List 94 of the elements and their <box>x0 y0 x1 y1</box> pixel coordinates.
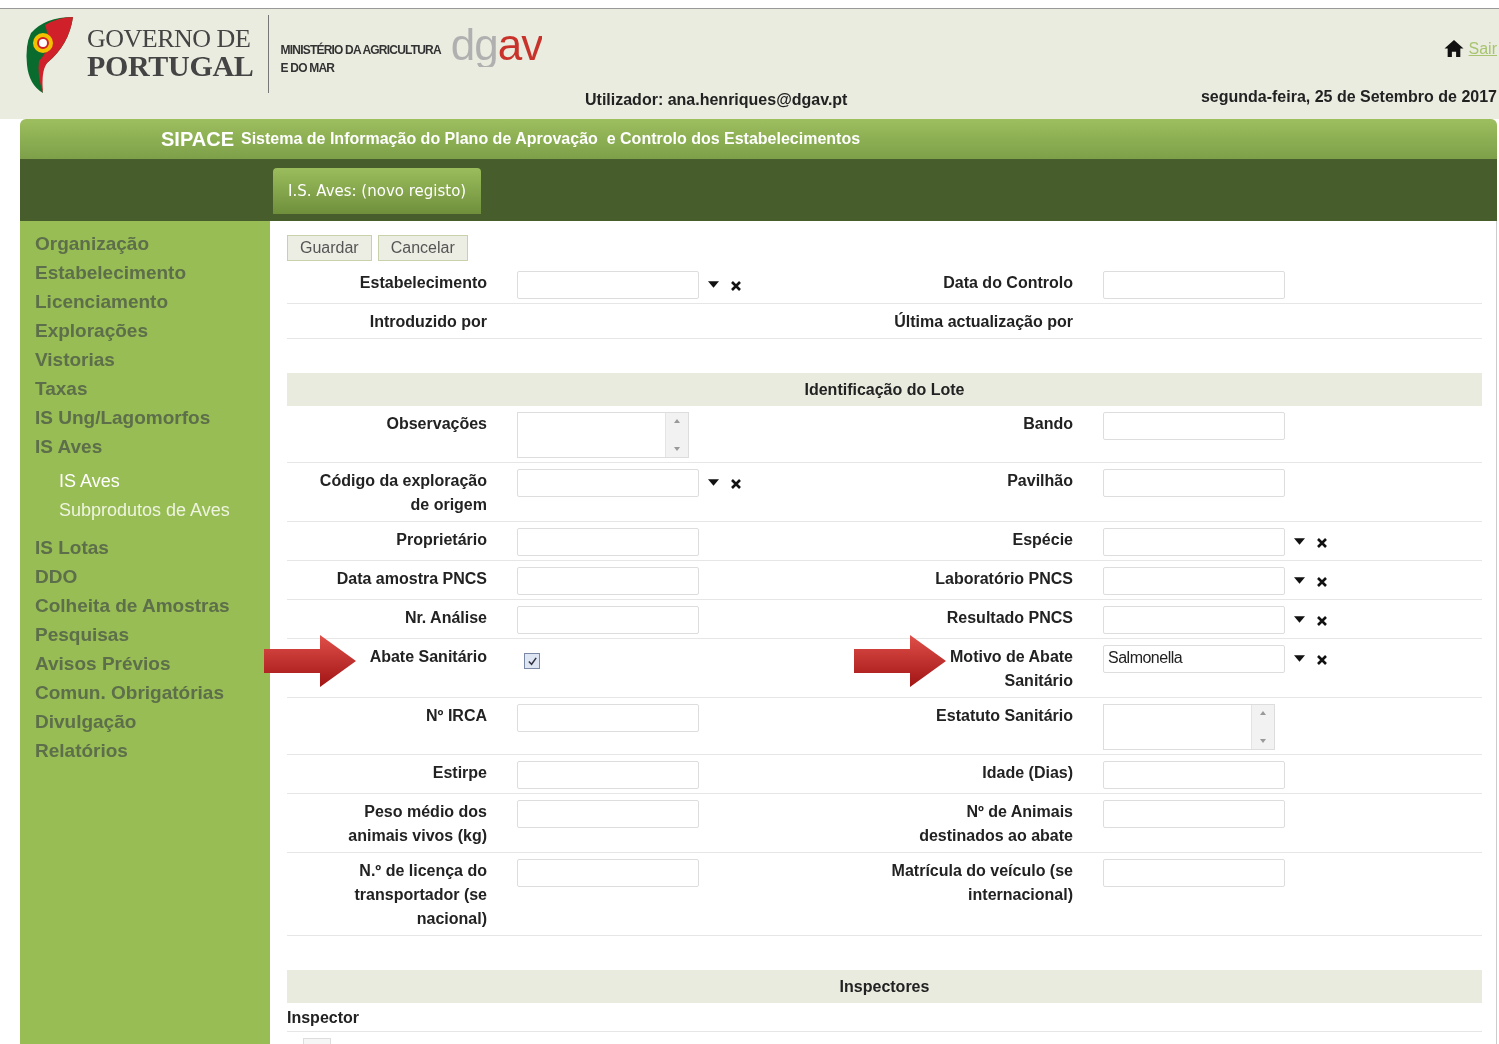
caret-icon[interactable] <box>1294 538 1305 545</box>
clear-icon[interactable] <box>1317 616 1327 626</box>
menu-item[interactable]: Vistorias <box>35 345 115 374</box>
caret-icon[interactable] <box>708 479 719 486</box>
input-field[interactable] <box>517 606 699 634</box>
select-field[interactable] <box>1103 606 1285 634</box>
field-label: Código da exploração de origem <box>318 471 487 515</box>
field-label: Estatuto Sanitário <box>936 706 1073 726</box>
flag-emblem-icon <box>25 15 75 93</box>
field-label: Estabelecimento <box>359 273 487 293</box>
text-area[interactable] <box>1103 704 1275 750</box>
text-area[interactable] <box>517 412 689 458</box>
field-label: Espécie <box>1012 530 1073 550</box>
section-title: Identificação do Lote <box>804 380 965 399</box>
check-icon <box>526 655 538 667</box>
clear-icon[interactable] <box>1317 655 1327 665</box>
toolbar-button[interactable]: Cancelar <box>377 235 468 261</box>
select-field[interactable] <box>517 469 699 497</box>
field-label: Observações <box>386 414 487 434</box>
field-label: Nr. Análise <box>404 608 487 628</box>
field-label: Abate Sanitário <box>369 647 487 667</box>
menu-item[interactable]: Taxas <box>35 374 88 403</box>
menu-item[interactable]: Pesquisas <box>35 620 129 649</box>
field-label: Nº IRCA <box>426 706 487 726</box>
field-label: Data do Controlo <box>943 273 1073 293</box>
submenu-item[interactable]: IS Aves <box>59 467 120 496</box>
clear-icon[interactable] <box>1317 538 1327 548</box>
toolbar-button[interactable]: Guardar <box>287 235 372 261</box>
field-label: Última actualização por <box>894 311 1073 332</box>
field-label: Matrícula do veículo (se internacional) <box>890 861 1073 905</box>
ministry-text: E DO MAR <box>280 60 336 77</box>
submenu-item[interactable]: Subprodutos de Aves <box>59 496 230 525</box>
field-label: Proprietário <box>396 530 487 550</box>
menu-item[interactable]: Licenciamento <box>35 287 169 316</box>
input-field[interactable] <box>517 800 699 828</box>
input-field[interactable] <box>517 761 699 789</box>
input-field[interactable] <box>1103 800 1285 828</box>
input-field[interactable] <box>1103 761 1285 789</box>
caret-icon[interactable] <box>1294 616 1305 623</box>
home-icon[interactable] <box>1442 39 1465 58</box>
field-label: N.º de licença do transportador (se nacional) <box>353 861 487 929</box>
input-field[interactable] <box>1103 271 1285 299</box>
logo-text: GOVERNO DE <box>87 27 252 52</box>
field-label: Peso médio dos animais vivos (kg) <box>347 802 487 846</box>
input-field[interactable] <box>517 567 699 595</box>
menu-item[interactable]: Estabelecimento <box>35 258 186 287</box>
select-field[interactable] <box>1103 528 1285 556</box>
checkbox[interactable] <box>524 653 540 669</box>
menu-item[interactable]: Explorações <box>35 316 148 345</box>
select-field[interactable] <box>1103 567 1285 595</box>
app-acronym: SIPACE <box>161 127 234 151</box>
menu-item[interactable]: IS Ung/Lagomorfos <box>35 403 211 432</box>
field-label: Introduzido por <box>369 312 487 332</box>
input-field[interactable] <box>1103 859 1285 887</box>
caret-icon[interactable] <box>1294 577 1305 584</box>
user-label: Utilizador: ana.henriques@dgav.pt <box>585 91 848 109</box>
field-label: Pavilhão <box>1007 471 1073 491</box>
field-label: Data amostra PNCS <box>336 569 487 589</box>
caret-icon[interactable] <box>708 281 719 288</box>
field-label: Bando <box>1023 414 1073 434</box>
menu-item[interactable]: Relatórios <box>35 736 128 765</box>
menu-item[interactable]: IS Lotas <box>35 533 109 562</box>
menu-item[interactable]: DDO <box>35 562 78 591</box>
menu-item[interactable]: Organização <box>35 229 150 258</box>
menu-item[interactable]: Comun. Obrigatórias <box>35 678 224 707</box>
input-field[interactable] <box>517 528 699 556</box>
input-field[interactable] <box>517 859 699 887</box>
clear-icon[interactable] <box>1317 577 1327 587</box>
list-label: Inspector <box>287 1009 359 1026</box>
select-field[interactable]: Salmonella <box>1103 645 1285 673</box>
date-label: segunda-feira, 25 de Setembro de 2017 <box>1200 88 1497 106</box>
field-label: Idade (Dias) <box>982 763 1073 783</box>
exit-link[interactable]: Sair <box>1468 40 1497 58</box>
menu-item[interactable]: Divulgação <box>35 707 137 736</box>
input-field[interactable] <box>1103 412 1285 440</box>
field-label: Resultado PNCS <box>946 608 1073 628</box>
record-tab[interactable]: I.S. Aves: (novo registo) <box>273 168 482 214</box>
caret-icon[interactable] <box>1294 655 1305 662</box>
menu-item[interactable]: Colheita de Amostras <box>35 591 230 620</box>
section-title: Inspectores <box>839 977 930 996</box>
menu-item[interactable]: IS Aves <box>35 432 103 461</box>
select-field[interactable] <box>517 271 699 299</box>
field-label: Motivo de Abate Sanitário <box>949 647 1073 691</box>
clear-icon[interactable] <box>731 281 741 291</box>
app-title: Sistema de Informação do Plano de Aprovação e Controlo dos Estabelecimentos <box>241 130 861 148</box>
field-label: Estirpe <box>432 763 487 783</box>
input-field[interactable] <box>1103 469 1285 497</box>
logo-text: PORTUGAL <box>87 51 254 81</box>
clear-icon[interactable] <box>731 479 741 489</box>
field-label: Nº de Animais destinados ao abate <box>918 802 1073 846</box>
input-field[interactable] <box>517 704 699 732</box>
ministry-text: MINISTÉRIO DA AGRICULTURA <box>280 41 441 59</box>
menu-item[interactable]: Avisos Prévios <box>35 649 171 678</box>
field-label: Laboratório PNCS <box>935 569 1073 589</box>
